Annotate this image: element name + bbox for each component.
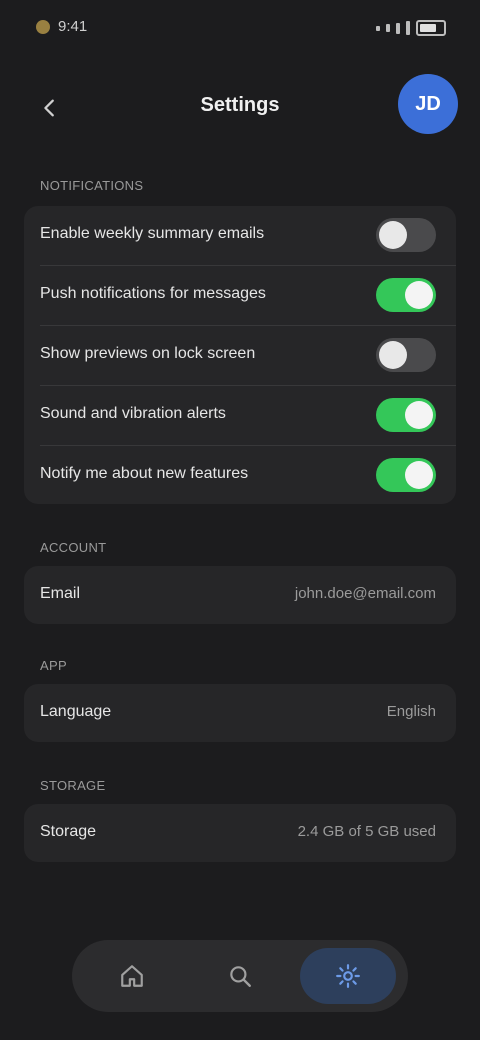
storage-group: Storage 2.4 GB of 5 GB used [24, 804, 456, 862]
language-value: English [386, 703, 436, 720]
toggle-row-weekly-summary: Enable weekly summary emails [24, 206, 456, 264]
toggle-switch[interactable] [376, 458, 436, 492]
toggle-switch[interactable] [376, 398, 436, 432]
nav-bar: Settings JD [0, 68, 480, 148]
signal-icon [406, 21, 410, 35]
search-icon [230, 966, 251, 987]
toggle-switch[interactable] [376, 218, 436, 252]
toggle-label: Show previews on lock screen [40, 345, 256, 362]
signal-icon [396, 22, 400, 34]
toggle-switch[interactable] [376, 278, 436, 312]
status-bar: 9:41 [0, 0, 480, 60]
status-indicators [376, 20, 446, 36]
section-label-app: APP [40, 658, 67, 673]
toggle-label: Sound and vibration alerts [40, 405, 226, 422]
section-label-notifications: NOTIFICATIONS [40, 178, 144, 193]
toggle-label: Push notifications for messages [40, 285, 266, 302]
account-group: Email john.doe@email.com [24, 566, 456, 624]
signal-icon [386, 24, 390, 32]
storage-label: Storage [40, 823, 97, 840]
account-value: john.doe@email.com [294, 585, 436, 602]
toggle-knob [405, 401, 433, 429]
language-row[interactable]: Language English [24, 684, 456, 742]
toggle-knob [405, 281, 433, 309]
language-label: Language [40, 703, 112, 720]
toggle-row-push-notifications: Push notifications for messages [24, 266, 456, 324]
toggle-label: Notify me about new features [40, 465, 249, 482]
chevron-left-icon [44, 99, 54, 117]
toggle-row-new-features: Notify me about new features [24, 446, 456, 504]
tab-bar [72, 940, 408, 1012]
battery-icon [416, 20, 446, 36]
location-dot-icon [36, 19, 50, 34]
account-row[interactable]: Email john.doe@email.com [24, 566, 456, 624]
toggle-knob [405, 461, 433, 489]
toggle-switch[interactable] [376, 338, 436, 372]
signal-icon [376, 25, 380, 31]
avatar-initials: JD [415, 92, 441, 115]
section-label-account: ACCOUNT [40, 540, 107, 555]
toggle-row-lock-screen-previews: Show previews on lock screen [24, 326, 456, 384]
toggle-row-sound-alerts: Sound and vibration alerts [24, 386, 456, 444]
section-label-storage: STORAGE [40, 778, 106, 793]
account-label: Email [40, 585, 81, 602]
back-button[interactable] [28, 86, 72, 130]
tab-home[interactable] [84, 948, 180, 1004]
status-left: 9:41 [36, 18, 87, 35]
avatar[interactable]: JD [398, 74, 458, 134]
status-time: 9:41 [58, 18, 88, 35]
storage-value: 2.4 GB of 5 GB used [297, 823, 436, 840]
tab-settings[interactable] [300, 948, 396, 1004]
tab-search[interactable] [192, 948, 288, 1004]
language-group: Language English [24, 684, 456, 742]
storage-row[interactable]: Storage 2.4 GB of 5 GB used [24, 804, 456, 862]
toggle-knob [379, 341, 407, 369]
toggle-label: Enable weekly summary emails [40, 225, 265, 242]
settings-icon [336, 964, 360, 988]
page-title: Settings [200, 94, 280, 116]
home-icon [121, 965, 143, 987]
toggle-group: Enable weekly summary emails Push notifi… [24, 206, 456, 504]
toggle-knob [379, 221, 407, 249]
